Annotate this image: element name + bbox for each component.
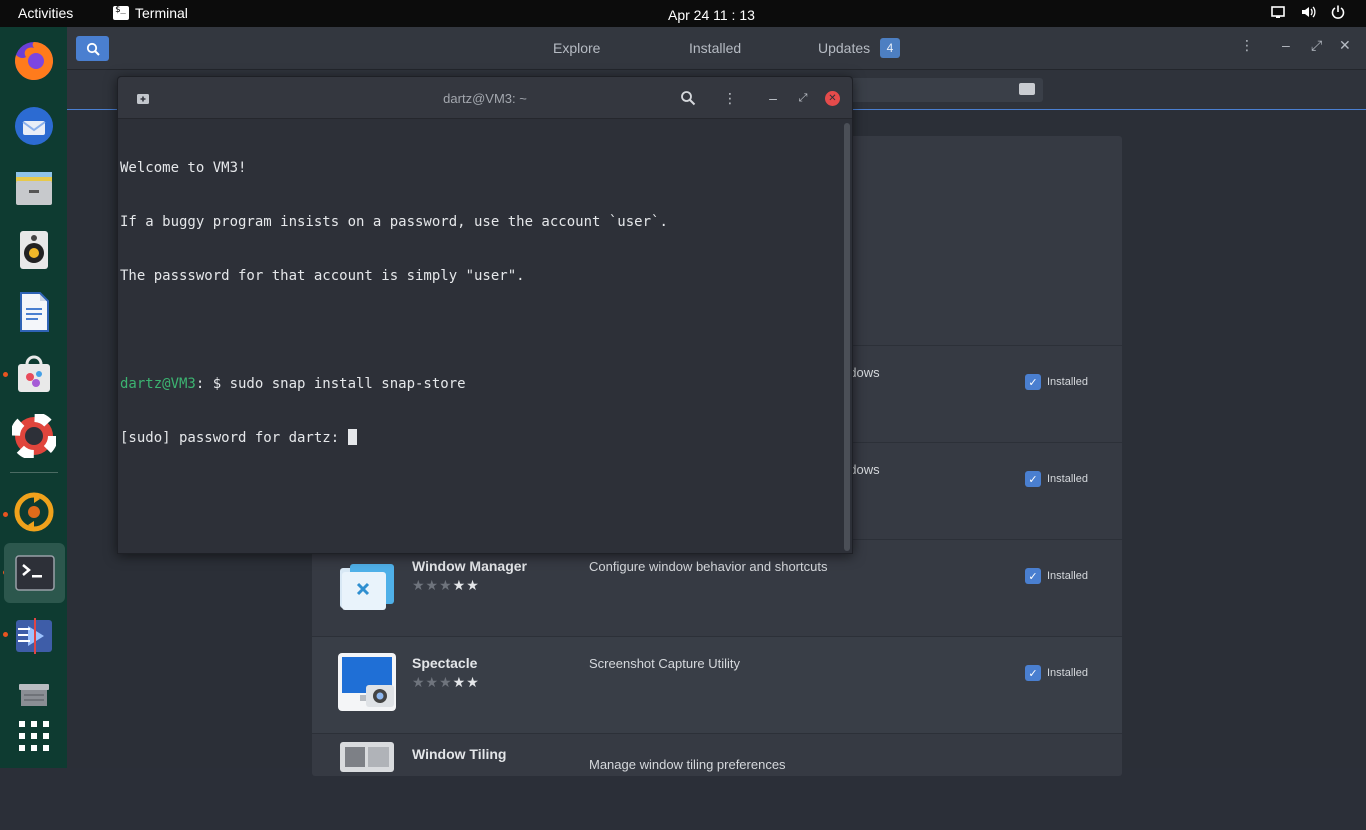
- terminal-menu-button[interactable]: ⋮: [721, 89, 739, 107]
- screen-recorder-icon[interactable]: [10, 612, 58, 660]
- update-manager-icon[interactable]: [10, 488, 58, 536]
- running-indicator: [3, 632, 8, 637]
- dock-separator: [10, 472, 58, 473]
- menu-icon[interactable]: ⋮: [1240, 37, 1254, 54]
- check-icon: ✓: [1025, 665, 1041, 681]
- tab-updates[interactable]: Updates: [818, 40, 870, 56]
- status-badge: ✓ Installed: [1025, 568, 1088, 584]
- terminal-icon: [113, 5, 129, 20]
- check-icon: ✓: [1025, 374, 1041, 390]
- terminal-title: dartz@VM3: ~: [443, 91, 527, 106]
- updates-count-badge: 4: [880, 38, 900, 58]
- terminal-line: The passsword for that account is simply…: [120, 268, 525, 284]
- check-icon: ✓: [1025, 568, 1041, 584]
- volume-icon[interactable]: [1300, 4, 1316, 20]
- terminal-search-button[interactable]: [679, 89, 697, 107]
- window-tiling-icon: [336, 738, 398, 800]
- terminal-headerbar: dartz@VM3: ~ ⋮ – ⤢ ✕: [118, 77, 852, 119]
- clear-search-icon[interactable]: [1019, 83, 1035, 95]
- search-icon: [681, 91, 696, 106]
- app-name: Window Tiling: [412, 746, 507, 762]
- rating-stars: ★★★★★: [412, 577, 480, 593]
- app-name: Spectacle: [412, 655, 478, 671]
- files-icon[interactable]: [10, 164, 58, 212]
- clock[interactable]: Apr 24 11 : 13: [668, 7, 755, 23]
- app-description: Manage window tiling preferences: [589, 757, 786, 772]
- spectacle-icon: [336, 651, 398, 713]
- sudo-prompt: [sudo] password for dartz:: [120, 430, 348, 446]
- status-badge: ✓ Installed: [1025, 471, 1088, 487]
- terminal-line: If a buggy program insists on a password…: [120, 214, 668, 230]
- thunderbird-icon[interactable]: [10, 102, 58, 150]
- app-description: Screenshot Capture Utility: [589, 656, 741, 671]
- software-headerbar: Explore Installed Updates 4 ⋮ – ⤢ ✕: [67, 27, 1366, 70]
- terminal-output[interactable]: Welcome to VM3! If a buggy program insis…: [120, 123, 840, 553]
- search-toggle-button[interactable]: [76, 36, 109, 61]
- terminal-dock-icon[interactable]: [4, 543, 65, 603]
- firefox-icon[interactable]: [10, 37, 58, 85]
- system-tray[interactable]: [1270, 4, 1346, 20]
- rating-stars: ★★★★★: [412, 674, 480, 690]
- list-item[interactable]: Window Tiling Manage window tiling prefe…: [312, 733, 1122, 830]
- help-icon[interactable]: [10, 412, 58, 460]
- terminal-scrollbar[interactable]: [844, 123, 850, 551]
- software-store-icon[interactable]: [10, 350, 58, 398]
- terminal-line: Welcome to VM3!: [120, 160, 247, 176]
- writer-icon[interactable]: [10, 288, 58, 336]
- running-indicator: [3, 372, 8, 377]
- terminal-sudo-line: [sudo] password for dartz:: [120, 429, 840, 447]
- running-indicator: [3, 512, 8, 517]
- list-item[interactable]: Spectacle ★★★★★ Screenshot Capture Utili…: [312, 636, 1122, 733]
- app-name: Window Manager: [412, 558, 527, 574]
- close-icon[interactable]: ✕: [1339, 37, 1351, 54]
- app-menu-label: Terminal: [135, 5, 188, 21]
- prompt-user: dartz@VM3: [120, 376, 196, 392]
- trash-icon[interactable]: [10, 670, 58, 718]
- tab-installed[interactable]: Installed: [689, 40, 741, 56]
- search-input[interactable]: [847, 78, 1043, 102]
- screen-icon[interactable]: [1270, 4, 1286, 20]
- window-manager-icon: [336, 554, 398, 616]
- terminal-prompt-line: dartz@VM3: $ sudo snap install snap-stor…: [120, 375, 840, 393]
- search-icon: [86, 42, 100, 56]
- activities-button[interactable]: Activities: [18, 5, 73, 21]
- rhythmbox-icon[interactable]: [10, 226, 58, 274]
- app-menu[interactable]: Terminal: [113, 5, 188, 21]
- tab-explore[interactable]: Explore: [553, 40, 600, 56]
- app-description: Configure window behavior and shortcuts: [589, 559, 828, 574]
- dock: [0, 27, 67, 768]
- terminal-window[interactable]: dartz@VM3: ~ ⋮ – ⤢ ✕ Welcome to VM3! If …: [117, 76, 853, 554]
- top-bar: Activities Terminal Apr 24 11 : 13: [0, 0, 1366, 27]
- status-badge: ✓ Installed: [1025, 665, 1088, 681]
- maximize-icon[interactable]: ⤢: [1311, 37, 1322, 54]
- prompt-command: : $ sudo snap install snap-store: [195, 376, 466, 392]
- minimize-icon[interactable]: –: [1282, 37, 1290, 53]
- minimize-icon[interactable]: –: [764, 89, 782, 107]
- show-apps-icon[interactable]: [10, 712, 58, 760]
- status-badge: ✓ Installed: [1025, 374, 1088, 390]
- close-icon[interactable]: ✕: [825, 91, 840, 106]
- maximize-icon[interactable]: ⤢: [794, 89, 812, 107]
- check-icon: ✓: [1025, 471, 1041, 487]
- text-cursor: [347, 429, 357, 445]
- power-icon[interactable]: [1330, 4, 1346, 20]
